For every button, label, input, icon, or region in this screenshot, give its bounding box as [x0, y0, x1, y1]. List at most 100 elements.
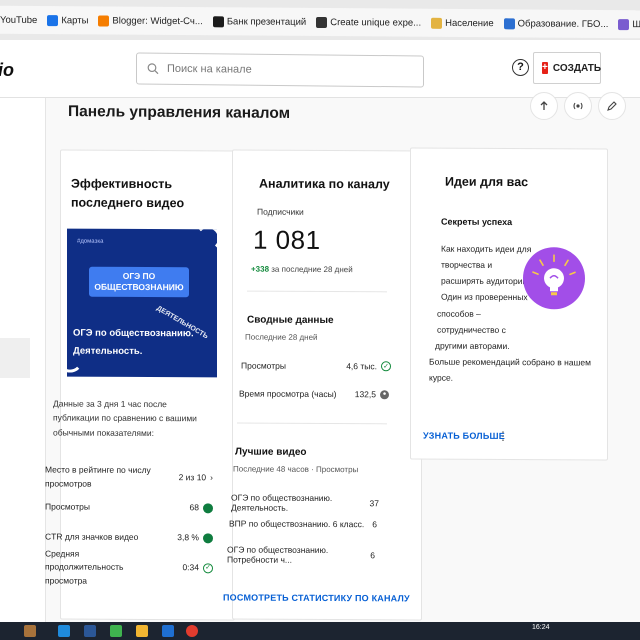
analytics-heading: Аналитика по каналу: [259, 176, 390, 192]
comparison-note: Данные за 3 дня 1 час после публикации п…: [53, 398, 197, 438]
top-video-views: 6: [370, 550, 375, 561]
chevron-right-icon: ›: [210, 472, 213, 483]
decor-ring: [195, 228, 217, 252]
live-icon[interactable]: [564, 92, 592, 120]
metrics-list: Место в рейтинге по числу просмотров 2 и…: [45, 462, 213, 585]
studio-logo[interactable]: io: [0, 60, 14, 81]
top-video-title: ОГЭ по обществознанию. Деятельность.: [231, 492, 333, 513]
divider: [247, 290, 387, 293]
top-video-row[interactable]: ОГЭ по обществознанию. Потребности ч... …: [227, 544, 375, 565]
sidebar-item-selected[interactable]: [0, 338, 30, 378]
bookmark-icon: [431, 17, 443, 29]
channel-analytics-card: Аналитика по каналу Подписчики 1 081 +33…: [223, 149, 422, 621]
top-video-row[interactable]: ОГЭ по обществознанию. Деятельность. 37: [231, 492, 379, 513]
summary-value: 132,5: [354, 389, 376, 400]
bookmark-label: Население: [445, 17, 494, 29]
taskbar-app-icon[interactable]: [24, 625, 36, 637]
bookmark-item[interactable]: Штаб воспитатель...: [618, 18, 640, 31]
top-video-row[interactable]: ВПР по обществознанию. 6 класс. 6: [229, 518, 377, 529]
thumbnail-tag: #домазка: [77, 238, 104, 245]
create-label: СОЗДАТЬ: [552, 62, 602, 74]
subscribers-label: Подписчики: [257, 206, 304, 217]
taskbar-app-icon[interactable]: [136, 625, 148, 637]
top-videos-period: Последние 48 часов · Просмотры: [233, 464, 359, 475]
video-title: ОГЭ по обществознанию. Деятельность.: [73, 327, 194, 358]
search-placeholder: Поиск на канале: [167, 62, 252, 76]
status-dot-icon: [203, 533, 213, 544]
ideas-card: Идеи для вас Секреты успеха Как находить…: [410, 147, 608, 461]
more-options-icon[interactable]: ⋮: [497, 429, 509, 443]
metric-value: 68: [189, 502, 199, 513]
bookmark-label: Штаб воспитатель...: [632, 18, 640, 31]
metric-row[interactable]: Средняя продолжительность просмотра 0:34…: [45, 548, 213, 585]
create-button[interactable]: + СОЗДАТЬ: [533, 52, 601, 84]
bookmark-label: Карты: [61, 14, 89, 26]
os-taskbar: 16:24: [0, 622, 640, 640]
video-thumbnail[interactable]: #домазка ОГЭ ПО ОБЩЕСТВОЗНАНИЮ ДЕЯТЕЛЬНО…: [67, 228, 217, 378]
summary-label: Время просмотра (часы): [239, 388, 337, 400]
summary-label: Просмотры: [241, 360, 286, 371]
taskbar-app-icon[interactable]: [162, 625, 174, 637]
plus-video-icon: +: [542, 62, 548, 74]
taskbar-clock: 16:24: [532, 624, 550, 631]
taskbar-app-icon[interactable]: [84, 625, 96, 637]
top-videos-heading: Лучшие видео: [235, 446, 307, 458]
bookmark-item[interactable]: Blogger: Widget-Сч...: [98, 14, 203, 27]
sidebar: [0, 98, 46, 640]
bookmark-icon: [47, 14, 59, 26]
latest-video-card: Эффективность последнего видео #домазка …: [45, 149, 235, 621]
summary-value: 4,6 тыс.: [346, 361, 377, 372]
metric-value: 0:34: [182, 562, 199, 573]
bookmark-item[interactable]: Население: [431, 17, 494, 29]
check-circle-icon: ✓: [203, 563, 213, 574]
metric-label: Место в рейтинге по числу просмотров: [45, 464, 151, 489]
metric-value: 2 из 10: [178, 472, 207, 483]
help-icon[interactable]: ?: [512, 59, 529, 76]
metric-label: Просмотры: [45, 501, 90, 512]
subscribers-count: 1 081: [253, 224, 321, 255]
taskbar-app-icon[interactable]: [58, 625, 70, 637]
bookmark-label: YouTube: [0, 14, 38, 26]
bookmark-icon: [212, 15, 224, 27]
check-circle-icon: ✓: [381, 361, 391, 372]
bookmark-item[interactable]: YouTube: [0, 14, 37, 25]
summary-row[interactable]: Просмотры 4,6 тыс. ✓: [241, 361, 391, 372]
top-bar: io Поиск на канале ? + СОЗДАТЬ: [0, 40, 640, 98]
view-analytics-link[interactable]: ПОСМОТРЕТЬ СТАТИСТИКУ ПО КАНАЛУ: [223, 592, 410, 603]
bookmark-label: Create unique expe...: [330, 16, 422, 29]
search-input[interactable]: Поиск на канале: [136, 52, 424, 88]
subscribers-delta: +338 за последние 28 дней: [251, 264, 353, 275]
bookmark-icon: [503, 17, 515, 29]
summary-heading: Сводные данные: [247, 314, 334, 327]
lightbulb-illustration-icon: [523, 247, 585, 310]
bookmark-icon: [316, 16, 328, 28]
bookmark-item[interactable]: Банк презентаций: [212, 15, 307, 28]
top-video-views: 37: [369, 498, 379, 509]
bookmark-icon: [98, 14, 110, 27]
bookmark-label: Образование. ГБО...: [517, 17, 609, 30]
top-video-views: 6: [372, 519, 377, 530]
metric-row[interactable]: Место в рейтинге по числу просмотров 2 и…: [45, 462, 213, 493]
bookmark-item[interactable]: Образование. ГБО...: [503, 17, 609, 30]
bookmark-item[interactable]: Карты: [47, 14, 89, 26]
dashboard-actions: [530, 92, 626, 120]
search-icon: [147, 63, 159, 75]
page-title: Панель управления каналом: [68, 103, 291, 122]
edit-icon[interactable]: [598, 92, 626, 120]
latest-video-heading: Эффективность последнего видео: [71, 176, 185, 210]
ideas-subheading: Секреты успеха: [441, 216, 513, 228]
learn-more-link[interactable]: УЗНАТЬ БОЛЬШЕ: [423, 431, 505, 441]
bookmark-item[interactable]: Create unique expe...: [316, 16, 421, 28]
metric-value: 3,8 %: [177, 532, 199, 543]
upload-icon[interactable]: [530, 92, 558, 120]
thumbnail-banner: ОГЭ ПО ОБЩЕСТВОЗНАНИЮ: [89, 266, 189, 298]
taskbar-app-icon[interactable]: [186, 625, 198, 637]
summary-row[interactable]: Время просмотра (часы) 132,5 ●: [239, 389, 389, 400]
metric-row[interactable]: Просмотры 68: [45, 492, 213, 523]
bookmarks-bar: YouTube Карты Blogger: Widget-Сч... Банк пр…: [0, 5, 640, 39]
divider: [237, 422, 387, 425]
bookmark-label: Банк презентаций: [226, 15, 307, 28]
bookmark-icon: [618, 18, 630, 30]
taskbar-app-icon[interactable]: [110, 625, 122, 637]
ideas-heading: Идеи для вас: [445, 174, 529, 190]
